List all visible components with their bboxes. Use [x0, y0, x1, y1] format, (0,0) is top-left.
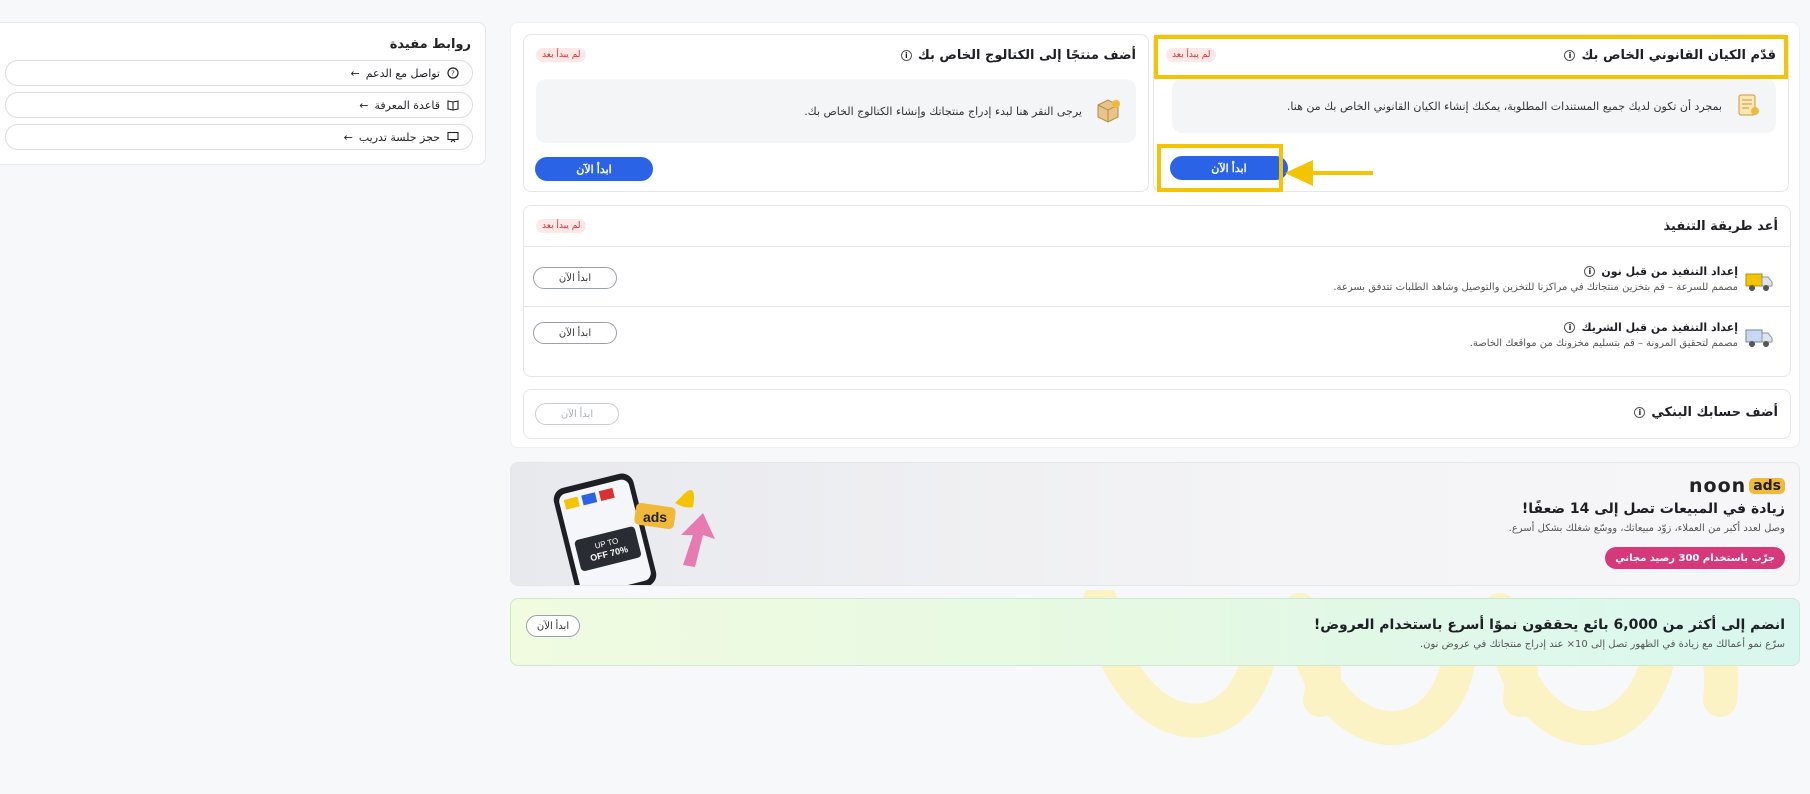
info-icon[interactable]: i: [1564, 322, 1576, 333]
add-product-description: يرجى النقر هنا لبدء إدراج منتجاتك وإنشاء…: [804, 104, 1082, 118]
promotions-banner: انضم إلى أكثر من 6,000 بائع يحققون نموًا…: [510, 598, 1800, 666]
link-label: تواصل مع الدعم: [365, 66, 440, 80]
legal-entity-info-box: بمجرد أن تكون لديك جميع المستندات المطلو…: [1172, 79, 1776, 133]
arrow-left-icon: ←: [350, 66, 360, 80]
fulfillment-row-text: إعداد التنفيذ من قبل نون i مصمم للسرعة –…: [1333, 265, 1738, 293]
fulfillment-noon-description: مصمم للسرعة – قم بتخزين منتجاتك في مراكز…: [1333, 282, 1738, 293]
add-product-info-box: يرجى النقر هنا لبدء إدراج منتجاتك وإنشاء…: [536, 79, 1136, 143]
noon-ads-logo: noon ads: [1689, 475, 1785, 497]
noon-ads-banner: noon ads زيادة في المبيعات تصل إلى 14 ضع…: [510, 462, 1800, 586]
arrow-left-icon: ←: [359, 98, 369, 112]
link-label: قاعدة المعرفة: [374, 98, 440, 112]
link-label: حجز جلسة تدريب: [358, 130, 440, 144]
link-knowledge-base[interactable]: قاعدة المعرفة ←: [5, 92, 473, 118]
add-product-card: أضف منتجًا إلى الكتالوج الخاص بك i لم يب…: [523, 34, 1149, 192]
bank-account-title: أضف حسابك البنكي i: [1634, 405, 1778, 420]
promotions-subtitle: سرّع نمو أعمالك مع زيادة في الظهور تصل إ…: [1419, 639, 1785, 650]
info-icon[interactable]: i: [1634, 407, 1646, 418]
fulfillment-row-partner: إعداد التنفيذ من قبل الشريك i مصمم لتحقي…: [524, 306, 1790, 366]
fulfillment-card: أعد طريقة التنفيذ لم يبدأ بعد إعداد التن…: [523, 205, 1791, 377]
phone-illustration: UP TO 70% OFF ads: [553, 473, 715, 585]
truck-icon: [1745, 265, 1774, 293]
fulfillment-title: أعد طريقة التنفيذ: [1663, 219, 1778, 234]
fulfillment-partner-start-button[interactable]: ابدأ الآن: [533, 322, 617, 344]
link-contact-support[interactable]: ? تواصل مع الدعم ←: [5, 60, 473, 86]
arrow-left-icon: ←: [343, 130, 353, 144]
svg-text:?: ?: [451, 70, 455, 78]
fulfillment-noon-title: إعداد التنفيذ من قبل نون: [1601, 265, 1738, 278]
status-badge: لم يبدأ بعد: [536, 219, 587, 233]
help-circle-icon: ?: [446, 66, 460, 80]
highlight-legal-entity-header: [1154, 35, 1788, 79]
onboarding-steps-container: قدّم الكيان القانوني الخاص بك i لم يبدأ …: [510, 22, 1800, 448]
link-book-training[interactable]: حجز جلسة تدريب ←: [5, 124, 473, 150]
useful-links-panel: روابط مفيدة ? تواصل مع الدعم ← قاعدة الم…: [0, 22, 486, 165]
status-badge: لم يبدأ بعد: [536, 48, 587, 62]
package-icon: [1094, 96, 1122, 127]
add-product-title: أضف منتجًا إلى الكتالوج الخاص بك i: [900, 48, 1136, 63]
promotions-headline: انضم إلى أكثر من 6,000 بائع يحققون نموًا…: [1313, 617, 1785, 633]
fulfillment-row-noon: إعداد التنفيذ من قبل نون i مصمم للسرعة –…: [524, 246, 1790, 306]
ads-try-free-button[interactable]: جرّب باستخدام 300 رصيد مجاني: [1605, 547, 1785, 569]
ads-subtitle: وصل لعدد أكبر من العملاء، زوّد مبيعاتك، …: [1508, 523, 1785, 534]
useful-links-title: روابط مفيدة: [389, 37, 471, 52]
info-icon[interactable]: i: [900, 50, 912, 61]
pointer-arrow-icon: [1285, 160, 1373, 186]
logo-word: noon: [1689, 475, 1747, 497]
phone-sticker-text: ads: [643, 509, 667, 525]
presentation-icon: [446, 130, 460, 144]
fulfillment-partner-description: مصمم لتحقيق المرونة – قم بتسليم مخزونك م…: [1469, 338, 1738, 349]
book-icon: [446, 98, 460, 112]
add-product-start-button[interactable]: ابدأ الآن: [535, 157, 653, 181]
logo-badge: ads: [1749, 478, 1785, 494]
bank-account-start-button[interactable]: ابدأ الآن: [535, 403, 619, 425]
fulfillment-noon-start-button[interactable]: ابدأ الآن: [533, 267, 617, 289]
document-icon: [1734, 91, 1762, 122]
info-icon[interactable]: i: [1584, 266, 1596, 277]
legal-entity-description: بمجرد أن تكون لديك جميع المستندات المطلو…: [1286, 99, 1722, 113]
highlight-start-button: [1157, 144, 1283, 192]
fulfillment-row-text: إعداد التنفيذ من قبل الشريك i مصمم لتحقي…: [1470, 321, 1738, 349]
bank-account-card: أضف حسابك البنكي i ابدأ الآن: [523, 389, 1791, 439]
ads-headline: زيادة في المبيعات تصل إلى 14 ضعفًا!: [1521, 501, 1785, 517]
promotions-start-button[interactable]: ابدأ الآن: [526, 615, 580, 637]
fulfillment-partner-title: إعداد التنفيذ من قبل الشريك: [1581, 321, 1738, 334]
truck-icon: [1745, 321, 1774, 349]
